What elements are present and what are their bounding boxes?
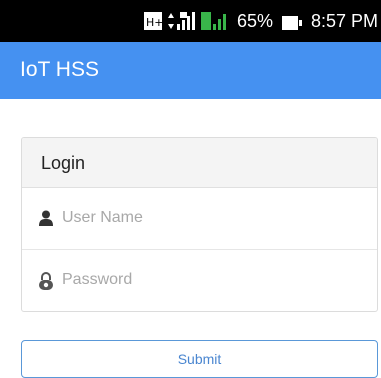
username-placeholder: User Name (62, 209, 143, 226)
login-title: Login (41, 153, 86, 173)
submit-button[interactable]: Submit (21, 340, 378, 378)
battery-icon (282, 14, 302, 30)
status-icons: H+ (144, 10, 234, 32)
login-panel: Login User Name Password (21, 137, 378, 312)
clock: 8:57 PM (311, 11, 379, 31)
lock-icon (39, 272, 53, 295)
app-title: IoT HSS (20, 58, 99, 81)
submit-label: Submit (177, 351, 222, 367)
battery-percent: 65% (237, 11, 274, 31)
user-icon (39, 210, 53, 231)
username-field[interactable]: User Name (22, 188, 377, 250)
status-bar: H+ 65% 8:57 PM (0, 0, 381, 42)
login-panel-header: Login (22, 138, 377, 188)
app-bar: IoT HSS (0, 42, 381, 99)
svg-text:H+: H+ (146, 16, 164, 29)
network-signal-icon: H+ (144, 12, 226, 30)
password-placeholder: Password (62, 271, 133, 288)
password-field[interactable]: Password (22, 250, 377, 311)
